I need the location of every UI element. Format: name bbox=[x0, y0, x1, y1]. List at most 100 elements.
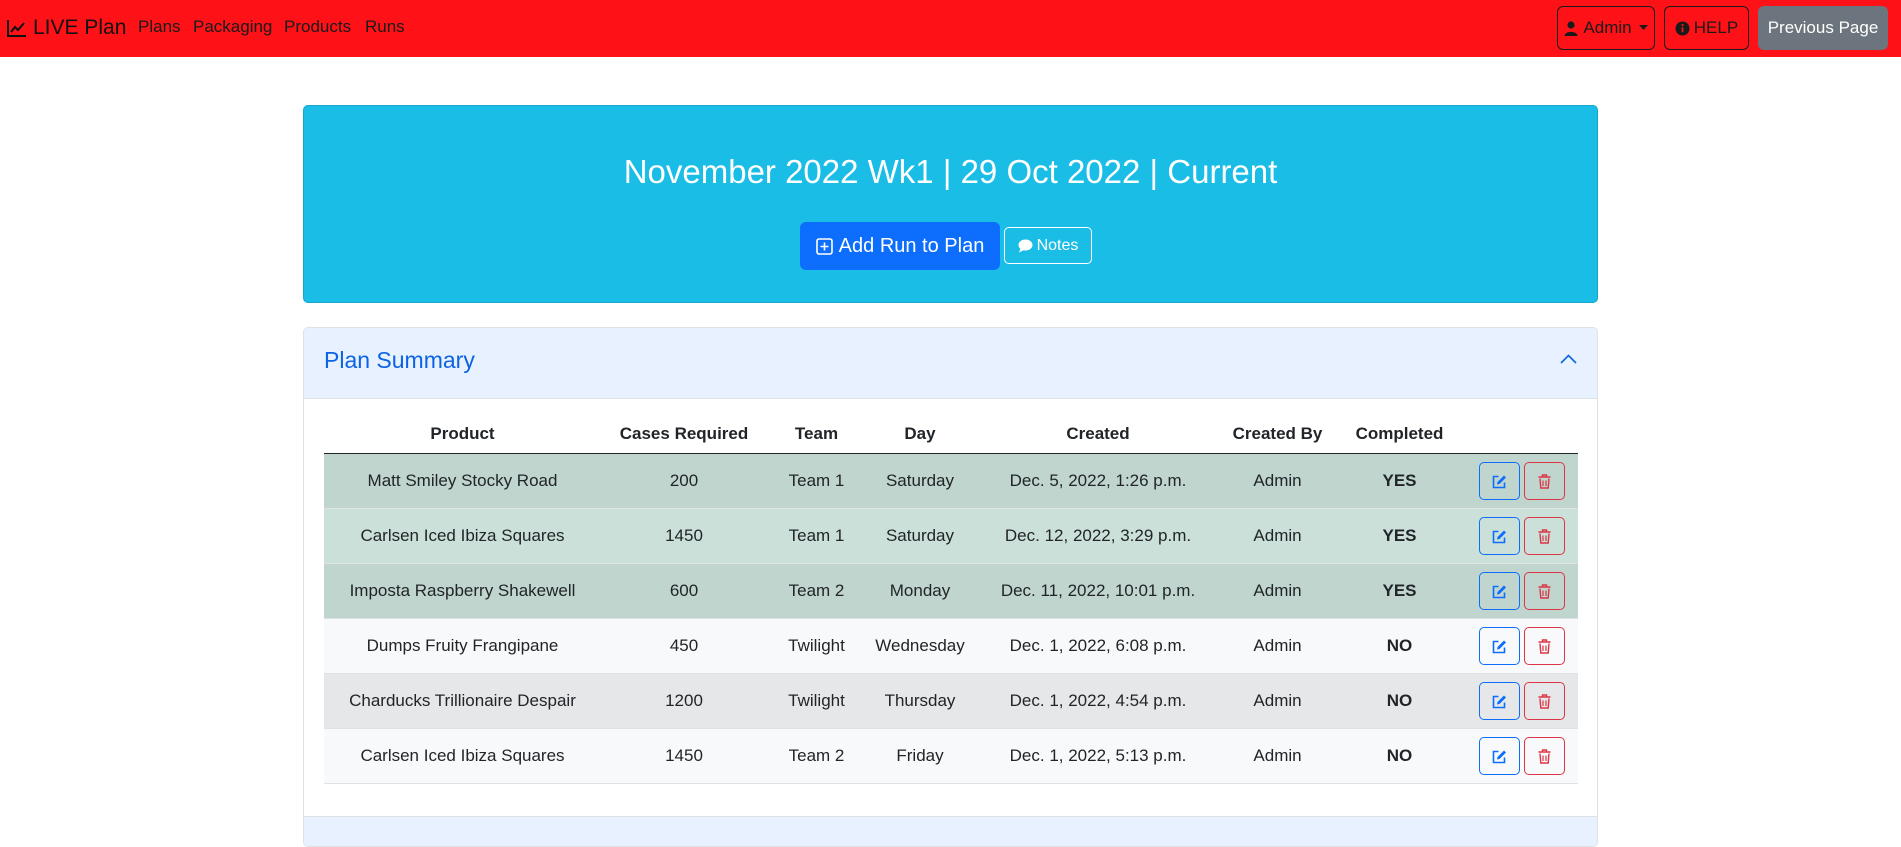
cases-cell: 1200 bbox=[601, 673, 767, 729]
delete-button[interactable] bbox=[1524, 517, 1565, 555]
plan-header-card: November 2022 Wk1 | 29 Oct 2022 | Curren… bbox=[303, 105, 1598, 303]
created-cell: Dec. 5, 2022, 1:26 p.m. bbox=[974, 453, 1222, 509]
delete-button[interactable] bbox=[1524, 682, 1565, 720]
notes-button[interactable]: Notes bbox=[1004, 227, 1092, 264]
team-cell: Team 1 bbox=[767, 508, 866, 564]
help-button[interactable]: HELP bbox=[1664, 6, 1749, 50]
completed-cell: NO bbox=[1333, 618, 1466, 674]
product-cell: Matt Smiley Stocky Road bbox=[324, 453, 601, 509]
admin-label: Admin bbox=[1583, 18, 1632, 37]
table-row: Charducks Trillionaire Despair 1200 Twil… bbox=[324, 673, 1578, 729]
delete-button[interactable] bbox=[1524, 737, 1565, 775]
edit-button[interactable] bbox=[1479, 462, 1520, 500]
edit-icon bbox=[1492, 750, 1506, 763]
edit-button[interactable] bbox=[1479, 627, 1520, 665]
table-header-row: Product Cases Required Team Day Created … bbox=[324, 414, 1578, 454]
edit-icon bbox=[1492, 640, 1506, 653]
trash-icon bbox=[1538, 748, 1551, 764]
day-cell: Saturday bbox=[866, 508, 974, 564]
top-navbar: LIVE Plan Plans Packaging Products Runs … bbox=[0, 0, 1901, 57]
team-cell: Team 2 bbox=[767, 728, 866, 784]
edit-button[interactable] bbox=[1479, 517, 1520, 555]
actions-cell bbox=[1466, 618, 1578, 674]
edit-button[interactable] bbox=[1479, 572, 1520, 610]
cases-cell: 1450 bbox=[601, 508, 767, 564]
trash-icon bbox=[1538, 473, 1551, 489]
team-cell: Twilight bbox=[767, 673, 866, 729]
column-header-created: Created bbox=[974, 414, 1222, 454]
created-by-cell: Admin bbox=[1222, 563, 1333, 619]
day-cell: Saturday bbox=[866, 453, 974, 509]
completed-cell: YES bbox=[1333, 508, 1466, 564]
day-cell: Friday bbox=[866, 728, 974, 784]
created-cell: Dec. 1, 2022, 4:54 p.m. bbox=[974, 673, 1222, 729]
plan-summary-title: Plan Summary bbox=[324, 347, 475, 373]
edit-button[interactable] bbox=[1479, 737, 1520, 775]
trash-icon bbox=[1538, 693, 1551, 709]
admin-dropdown-button[interactable]: Admin bbox=[1557, 6, 1655, 50]
nav-link-plans[interactable]: Plans bbox=[138, 17, 181, 37]
actions-cell bbox=[1466, 563, 1578, 619]
edit-button[interactable] bbox=[1479, 682, 1520, 720]
plan-title: November 2022 Wk1 | 29 Oct 2022 | Curren… bbox=[623, 153, 1278, 190]
actions-cell bbox=[1466, 453, 1578, 509]
product-cell: Carlsen Iced Ibiza Squares bbox=[324, 728, 601, 784]
team-cell: Team 2 bbox=[767, 563, 866, 619]
product-cell: Dumps Fruity Frangipane bbox=[324, 618, 601, 674]
created-by-cell: Admin bbox=[1222, 728, 1333, 784]
plus-square-icon bbox=[815, 237, 833, 255]
cases-cell: 450 bbox=[601, 618, 767, 674]
completed-cell: YES bbox=[1333, 563, 1466, 619]
plan-summary-table: Product Cases Required Team Day Created … bbox=[324, 414, 1578, 784]
product-cell: Carlsen Iced Ibiza Squares bbox=[324, 508, 601, 564]
previous-page-button[interactable]: Previous Page bbox=[1758, 6, 1888, 50]
add-run-to-plan-button[interactable]: Add Run to Plan bbox=[800, 222, 1000, 270]
product-cell: Imposta Raspberry Shakewell bbox=[324, 563, 601, 619]
cases-cell: 200 bbox=[601, 453, 767, 509]
completed-cell: NO bbox=[1333, 728, 1466, 784]
next-accordion-header[interactable] bbox=[304, 816, 1597, 846]
created-cell: Dec. 12, 2022, 3:29 p.m. bbox=[974, 508, 1222, 564]
delete-button[interactable] bbox=[1524, 462, 1565, 500]
product-cell: Charducks Trillionaire Despair bbox=[324, 673, 601, 729]
trash-icon bbox=[1538, 528, 1551, 544]
team-cell: Twilight bbox=[767, 618, 866, 674]
delete-button[interactable] bbox=[1524, 572, 1565, 610]
created-cell: Dec. 1, 2022, 5:13 p.m. bbox=[974, 728, 1222, 784]
created-by-cell: Admin bbox=[1222, 508, 1333, 564]
table-row: Matt Smiley Stocky Road 200 Team 1 Satur… bbox=[324, 453, 1578, 509]
edit-icon bbox=[1492, 695, 1506, 708]
table-row: Carlsen Iced Ibiza Squares 1450 Team 2 F… bbox=[324, 728, 1578, 784]
actions-cell bbox=[1466, 728, 1578, 784]
comment-icon bbox=[1018, 239, 1033, 252]
day-cell: Thursday bbox=[866, 673, 974, 729]
help-label: HELP bbox=[1693, 18, 1739, 37]
day-cell: Wednesday bbox=[866, 618, 974, 674]
created-cell: Dec. 11, 2022, 10:01 p.m. bbox=[974, 563, 1222, 619]
delete-button[interactable] bbox=[1524, 627, 1565, 665]
trash-icon bbox=[1538, 583, 1551, 599]
plan-summary-accordion: Plan Summary Product Cases Required Team… bbox=[303, 327, 1598, 847]
created-by-cell: Admin bbox=[1222, 618, 1333, 674]
completed-cell: YES bbox=[1333, 453, 1466, 509]
cases-cell: 1450 bbox=[601, 728, 767, 784]
team-cell: Team 1 bbox=[767, 453, 866, 509]
caret-down-icon bbox=[1638, 25, 1648, 30]
nav-link-packaging[interactable]: Packaging bbox=[193, 17, 272, 37]
column-header-created-by: Created By bbox=[1222, 414, 1333, 454]
plan-summary-header[interactable]: Plan Summary bbox=[304, 328, 1597, 399]
chart-line-icon bbox=[7, 20, 26, 37]
chevron-up-icon[interactable] bbox=[1560, 354, 1577, 364]
created-by-cell: Admin bbox=[1222, 673, 1333, 729]
day-cell: Monday bbox=[866, 563, 974, 619]
trash-icon bbox=[1538, 638, 1551, 654]
column-header-product: Product bbox=[324, 414, 601, 454]
nav-link-runs[interactable]: Runs bbox=[365, 17, 405, 37]
brand-link[interactable]: LIVE Plan bbox=[7, 14, 126, 42]
info-circle-icon bbox=[1675, 21, 1690, 35]
column-header-completed: Completed bbox=[1333, 414, 1466, 454]
add-run-label: Add Run to Plan bbox=[838, 234, 985, 257]
nav-link-products[interactable]: Products bbox=[284, 17, 351, 37]
table-row: Dumps Fruity Frangipane 450 Twilight Wed… bbox=[324, 618, 1578, 674]
created-by-cell: Admin bbox=[1222, 453, 1333, 509]
